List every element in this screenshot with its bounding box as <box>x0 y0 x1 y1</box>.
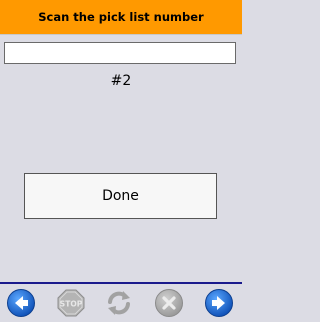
scan-counter: #2 <box>110 73 132 89</box>
back-button[interactable] <box>6 288 36 318</box>
back-arrow-icon <box>7 289 35 317</box>
header-bar: Scan the pick list number <box>0 0 242 35</box>
pick-list-number-input[interactable] <box>4 42 236 64</box>
done-button[interactable]: Done <box>24 173 217 219</box>
refresh-button[interactable] <box>104 288 134 318</box>
page-title: Scan the pick list number <box>38 10 204 24</box>
svg-text:STOP: STOP <box>60 300 83 309</box>
refresh-icon <box>108 291 130 315</box>
done-button-label: Done <box>102 188 139 204</box>
forward-button[interactable] <box>204 288 234 318</box>
forward-arrow-icon <box>205 289 233 317</box>
cancel-x-icon <box>155 289 183 317</box>
stop-sign-icon: STOP <box>57 289 85 317</box>
cancel-button[interactable] <box>154 288 184 318</box>
bottom-toolbar: STOP <box>0 284 242 322</box>
stop-button[interactable]: STOP <box>56 288 86 318</box>
